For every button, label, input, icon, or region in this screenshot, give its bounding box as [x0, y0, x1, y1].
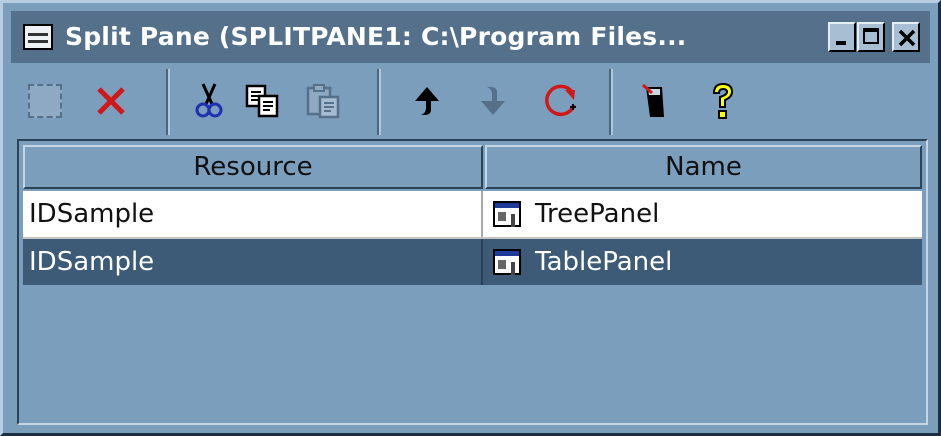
cut-button[interactable]	[187, 79, 231, 123]
help-button[interactable]	[701, 79, 745, 123]
cell-name: TreePanel	[493, 191, 659, 237]
cut-icon	[195, 83, 223, 118]
cell-resource: IDSample	[29, 199, 155, 229]
window-menu-icon[interactable]	[23, 24, 53, 50]
paste-button[interactable]	[301, 79, 345, 123]
panel-icon	[493, 201, 521, 227]
column-divider	[481, 239, 483, 285]
toolbar-separator	[166, 69, 170, 135]
resource-table: Resource Name IDSample TreePanel IDSampl…	[17, 139, 928, 425]
copy-icon	[245, 84, 279, 118]
window-title: Split Pane (SPLITPANE1: C:\Program Files…	[65, 22, 687, 51]
table-row-selected[interactable]: IDSample TablePanel	[23, 239, 922, 285]
cell-name-label: TreePanel	[535, 199, 660, 229]
move-up-button[interactable]	[405, 79, 449, 123]
cell-resource: IDSample	[29, 247, 155, 277]
close-button[interactable]	[892, 22, 920, 52]
close-icon	[898, 29, 916, 47]
copy-button[interactable]	[241, 79, 285, 123]
refresh-icon	[545, 84, 576, 117]
new-item-placeholder-icon	[28, 84, 62, 118]
panel-icon	[493, 249, 521, 275]
properties-icon	[642, 83, 664, 117]
new-item-button[interactable]	[23, 79, 67, 123]
title-bar[interactable]: Split Pane (SPLITPANE1: C:\Program Files…	[11, 11, 930, 63]
move-down-button[interactable]	[471, 79, 515, 123]
properties-button[interactable]	[633, 79, 677, 123]
table-row[interactable]: IDSample TreePanel	[23, 191, 922, 239]
toolbar	[11, 67, 930, 137]
column-divider	[481, 191, 483, 237]
move-up-icon	[415, 87, 439, 115]
cell-name: TablePanel	[493, 239, 672, 285]
delete-icon	[97, 87, 125, 115]
column-header-name[interactable]: Name	[485, 145, 922, 189]
split-pane-window: Split Pane (SPLITPANE1: C:\Program Files…	[0, 0, 941, 436]
maximize-button[interactable]	[857, 22, 885, 52]
minimize-button[interactable]	[828, 22, 856, 52]
refresh-button[interactable]	[539, 79, 583, 123]
delete-button[interactable]	[89, 79, 133, 123]
help-icon	[712, 82, 734, 119]
cell-name-label: TablePanel	[535, 247, 673, 277]
paste-icon	[306, 84, 340, 119]
column-header-resource[interactable]: Resource	[23, 145, 483, 189]
move-down-icon	[481, 87, 505, 115]
toolbar-separator	[377, 69, 381, 135]
toolbar-separator	[609, 69, 613, 135]
